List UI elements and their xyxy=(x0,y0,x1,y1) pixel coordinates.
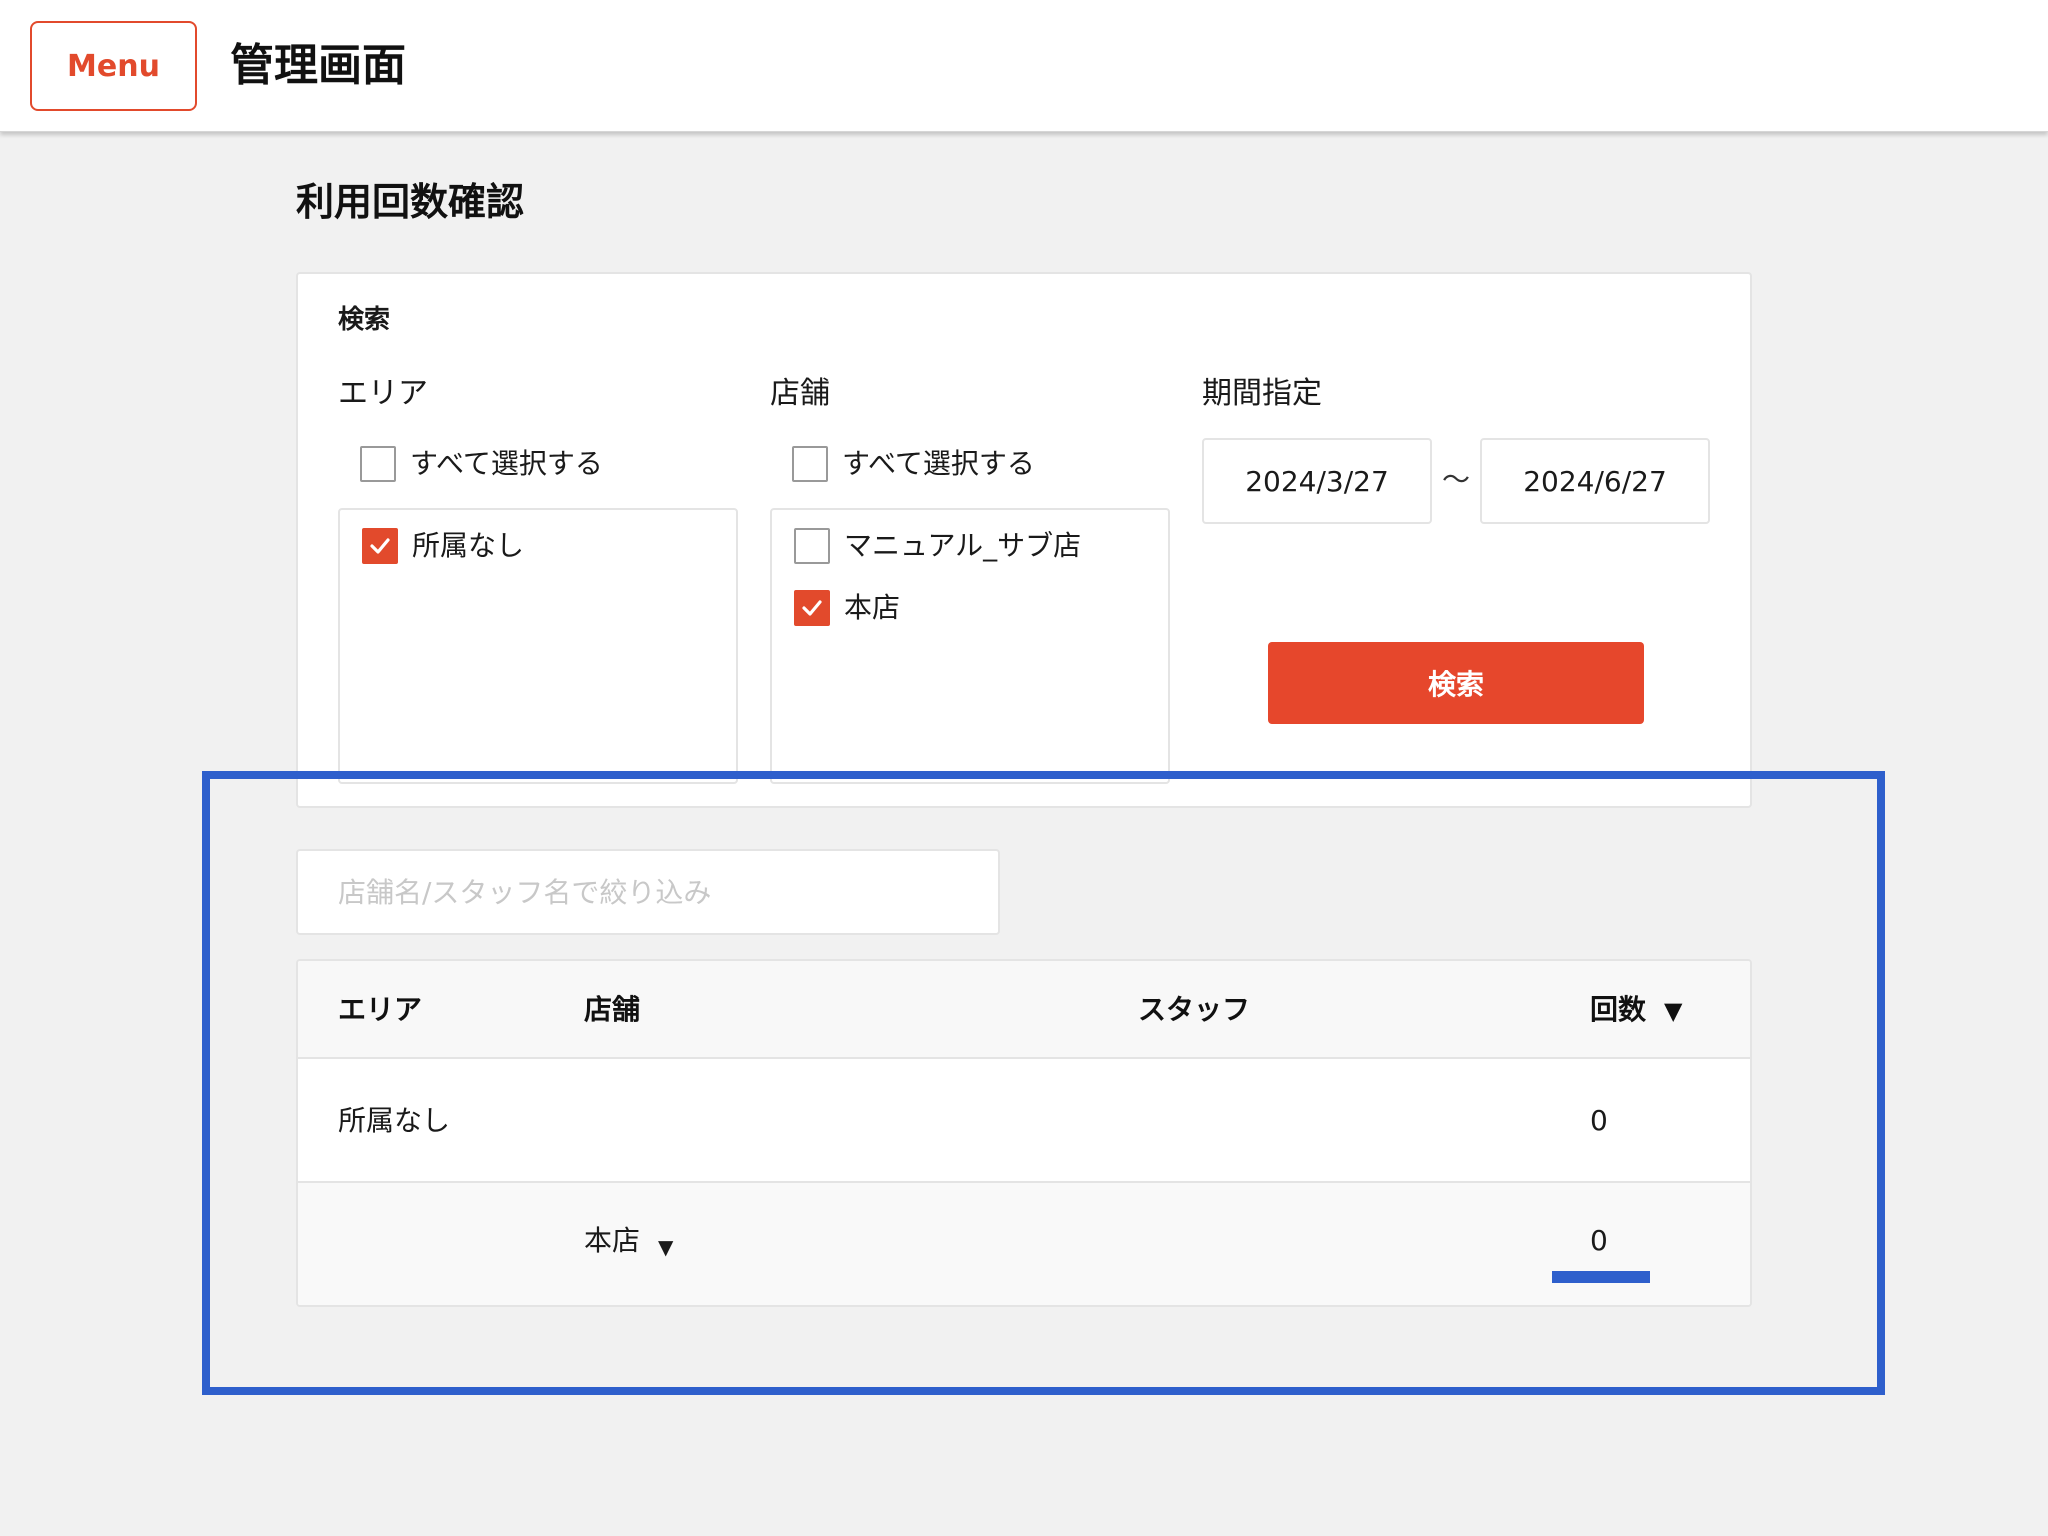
column-header-store[interactable]: 店舗 xyxy=(584,991,640,1029)
app-title: 管理画面 xyxy=(230,40,406,91)
area-list: 所属なし xyxy=(338,508,738,784)
cell-area: 所属なし xyxy=(338,1104,451,1137)
column-header-count[interactable]: 回数 ▼ xyxy=(1590,991,1682,1030)
column-header-count-label: 回数 xyxy=(1590,993,1647,1026)
cell-count: 0 xyxy=(1590,1104,1608,1137)
date-to-input[interactable]: 2024/6/27 xyxy=(1480,438,1710,524)
column-header-staff[interactable]: スタッフ xyxy=(1138,991,1250,1029)
store-option-label: 本店 xyxy=(844,591,901,624)
area-select-all[interactable]: すべて選択する xyxy=(360,446,603,482)
area-select-all-label: すべて選択する xyxy=(410,447,603,480)
date-from-input[interactable]: 2024/3/27 xyxy=(1202,438,1432,524)
store-select-all-label: すべて選択する xyxy=(842,447,1035,480)
top-bar: Menu 管理画面 xyxy=(0,0,2048,132)
cell-store[interactable]: 本店 ▼ xyxy=(584,1223,673,1261)
count-underline xyxy=(1552,1271,1650,1283)
page-title: 利用回数確認 xyxy=(296,180,525,224)
table-row: 本店 ▼ 0 xyxy=(298,1183,1750,1305)
search-button[interactable]: 検索 xyxy=(1268,642,1644,724)
filter-input[interactable] xyxy=(296,849,1000,935)
area-option-label: 所属なし xyxy=(412,529,525,562)
area-option-unassigned[interactable]: 所属なし xyxy=(362,528,524,564)
cell-store-label: 本店 xyxy=(584,1224,641,1257)
expand-down-icon[interactable]: ▼ xyxy=(658,1235,673,1259)
sort-desc-icon[interactable]: ▼ xyxy=(1664,997,1682,1025)
cell-count[interactable]: 0 xyxy=(1590,1223,1608,1259)
menu-button[interactable]: Menu xyxy=(30,21,197,111)
area-label: エリア xyxy=(338,376,428,411)
checkbox-icon[interactable] xyxy=(792,446,828,482)
checkbox-checked-icon[interactable] xyxy=(362,528,398,564)
checkbox-checked-icon[interactable] xyxy=(794,590,830,626)
table-header: エリア 店舗 スタッフ 回数 ▼ xyxy=(298,961,1750,1059)
column-header-area[interactable]: エリア xyxy=(338,991,422,1029)
store-option-label: マニュアル_サブ店 xyxy=(844,529,1082,562)
results-table: エリア 店舗 スタッフ 回数 ▼ 所属なし 0 本店 ▼ 0 xyxy=(296,959,1752,1307)
store-label: 店舗 xyxy=(770,376,830,411)
search-panel: 検索 エリア すべて選択する 所属なし 店舗 すべて選択する マニュアル_サブ店… xyxy=(296,272,1752,808)
store-option-manual-sub[interactable]: マニュアル_サブ店 xyxy=(794,528,1081,564)
store-select-all[interactable]: すべて選択する xyxy=(792,446,1035,482)
search-heading: 検索 xyxy=(338,305,391,335)
checkbox-icon[interactable] xyxy=(794,528,830,564)
table-row: 所属なし 0 xyxy=(298,1059,1750,1183)
period-label: 期間指定 xyxy=(1202,376,1322,411)
checkbox-icon[interactable] xyxy=(360,446,396,482)
date-range-separator: 〜 xyxy=(1442,463,1471,496)
store-option-main[interactable]: 本店 xyxy=(794,590,900,626)
store-list: マニュアル_サブ店 本店 xyxy=(770,508,1170,784)
